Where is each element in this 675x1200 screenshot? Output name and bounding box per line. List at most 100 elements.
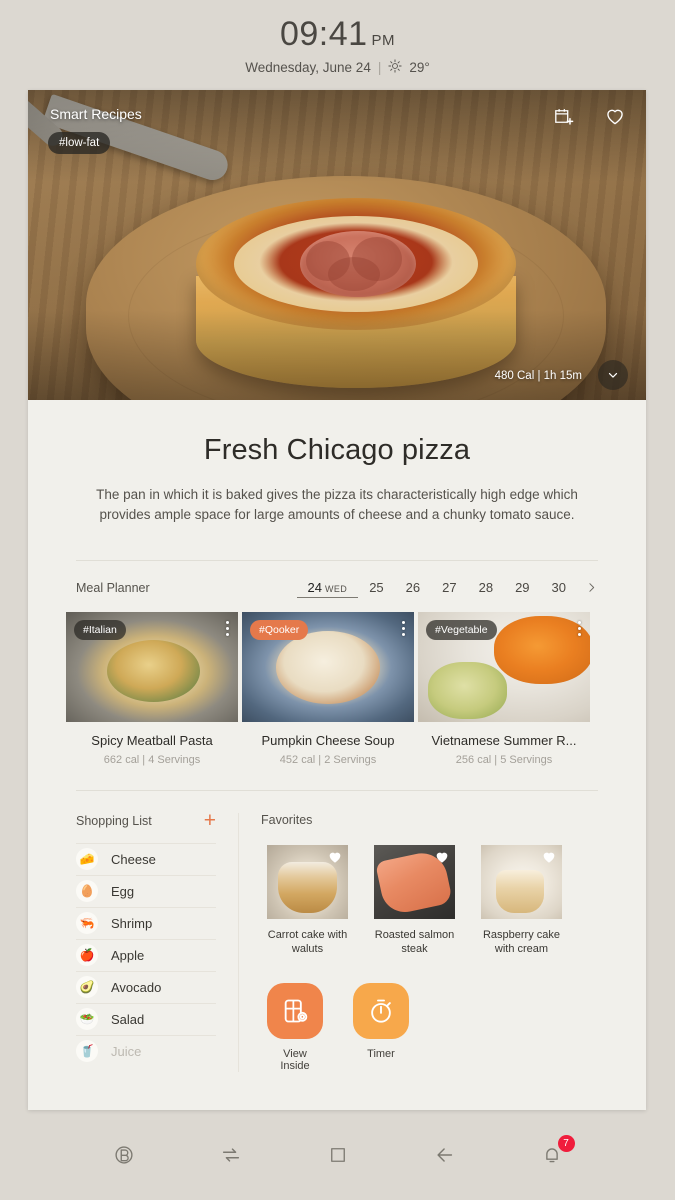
meal-card-title: Vietnamese Summer R... [431, 732, 577, 748]
clock-date: Wednesday, June 24 [245, 59, 371, 75]
meal-card[interactable]: #Qooker Pumpkin Cheese Soup 452 cal | 2 … [242, 611, 414, 766]
app-title: Smart Recipes [50, 106, 142, 122]
clock-temperature: 29° [409, 59, 430, 75]
meal-card-image[interactable]: #Italian [66, 611, 238, 722]
date-chip-dow: WED [324, 583, 348, 594]
meal-card-tag[interactable]: #Italian [74, 619, 126, 640]
more-options-icon[interactable] [578, 620, 581, 636]
system-navigation-bar: 7 [0, 1110, 675, 1200]
calendar-plus-icon[interactable] [553, 106, 574, 127]
date-chip-27[interactable]: 27 [431, 578, 467, 597]
list-item-label: Avocado [111, 979, 162, 995]
hero-banner[interactable]: Smart Recipes #low-fat 480 Cal | 1h 15m [28, 90, 646, 400]
meal-card-info: 452 cal | 2 Servings [279, 753, 377, 766]
favorites-title: Favorites [261, 812, 313, 827]
transfer-icon[interactable] [214, 1138, 248, 1172]
favorite-card-image[interactable] [267, 844, 348, 919]
meal-card-info: 256 cal | 5 Servings [455, 753, 553, 766]
hero-tag-badge[interactable]: #low-fat [48, 132, 111, 154]
list-item[interactable]: 🥗 Salad [76, 1002, 216, 1035]
cheese-icon: 🧀 [76, 848, 98, 870]
meal-planner-label: Meal Planner [76, 580, 150, 595]
list-item[interactable]: 🥤 Juice [76, 1034, 216, 1067]
apple-icon: 🍎 [76, 944, 98, 966]
meal-card-tag[interactable]: #Qooker [250, 619, 309, 640]
favorite-card-title: Roasted salmon steak [374, 928, 455, 956]
clock-ampm: PM [371, 31, 396, 49]
favorite-card-image[interactable] [374, 844, 455, 919]
heart-filled-icon[interactable] [327, 849, 343, 870]
bottom-sections: Shopping List + 🧀 Cheese 🥚 Egg 🦐 Shrimp … [28, 791, 646, 1073]
meal-planner-header: Meal Planner 24 WED 25 26 27 28 29 30 [28, 561, 646, 598]
favorite-card[interactable]: Roasted salmon steak [374, 844, 455, 958]
shopping-list-title: Shopping List [76, 813, 152, 828]
meal-card-image[interactable]: #Qooker [242, 611, 414, 722]
shrimp-icon: 🦐 [76, 912, 98, 934]
date-chip-25[interactable]: 25 [358, 578, 394, 597]
meal-card-list: #Italian Spicy Meatball Pasta 662 cal | … [28, 598, 646, 766]
list-item[interactable]: 🥑 Avocado [76, 970, 216, 1003]
notifications-icon[interactable]: 7 [535, 1135, 575, 1172]
favorite-card-image[interactable] [481, 844, 562, 919]
quick-actions: View Inside Timer [261, 957, 622, 1072]
list-item[interactable]: 🍎 Apple [76, 938, 216, 971]
favorites-list: Carrot cake with waluts Roasted salmon s… [261, 844, 622, 958]
list-item[interactable]: 🥚 Egg [76, 874, 216, 907]
recents-icon[interactable] [321, 1138, 355, 1172]
chevron-right-icon[interactable] [577, 581, 598, 594]
salad-icon: 🥗 [76, 1008, 98, 1030]
bixby-icon[interactable] [107, 1138, 141, 1172]
meal-card[interactable]: #Vegetable Vietnamese Summer R... 256 ca… [418, 611, 590, 766]
stopwatch-icon[interactable] [353, 983, 409, 1040]
timer-label: Timer [367, 1048, 395, 1061]
list-item-label: Shrimp [111, 915, 153, 931]
list-item-label: Apple [111, 947, 145, 963]
meal-card[interactable]: #Italian Spicy Meatball Pasta 662 cal | … [66, 611, 238, 766]
meal-card-info: 662 cal | 4 Servings [103, 753, 201, 766]
recipe-description: The pan in which it is baked gives the p… [96, 487, 578, 523]
view-inside-label: View Inside [280, 1048, 310, 1073]
date-chip-30[interactable]: 30 [541, 578, 577, 597]
more-options-icon[interactable] [402, 620, 405, 636]
hero-recipe-photo [28, 90, 646, 400]
heart-filled-icon[interactable] [434, 849, 450, 870]
heart-filled-icon[interactable] [541, 849, 557, 870]
meal-card-image[interactable]: #Vegetable [418, 611, 590, 722]
date-chip-day: 24 [307, 579, 322, 595]
meal-planner-date-picker[interactable]: 24 WED 25 26 27 28 29 30 [296, 578, 598, 598]
page-title: Fresh Chicago pizza [203, 434, 471, 466]
egg-icon: 🥚 [76, 880, 98, 902]
back-icon[interactable] [428, 1138, 462, 1172]
list-item-label: Cheese [111, 851, 156, 867]
more-options-icon[interactable] [226, 620, 229, 636]
hero-action-icons [553, 105, 626, 127]
date-chip-28[interactable]: 28 [468, 578, 504, 597]
clock-separator: | [377, 59, 382, 75]
view-inside-action[interactable]: View Inside [267, 983, 323, 1072]
list-item-label: Salad [111, 1011, 145, 1027]
date-chip-26[interactable]: 26 [395, 578, 431, 597]
favorite-card[interactable]: Raspberry cake with cream [481, 844, 562, 958]
list-item-label: Juice [111, 1043, 142, 1059]
clock-hours-minutes: 09:41 [279, 14, 368, 53]
shopping-list-header: Shopping List + [76, 810, 216, 843]
status-clock: 09:41 PM Wednesday, June 24 | 29° [0, 0, 675, 90]
date-chip-selected[interactable]: 24 WED [296, 578, 359, 598]
heart-outline-icon[interactable] [604, 105, 626, 127]
timer-action[interactable]: Timer [353, 983, 409, 1072]
plus-icon[interactable]: + [204, 810, 216, 831]
list-item[interactable]: 🧀 Cheese [76, 842, 216, 875]
meal-card-title: Spicy Meatball Pasta [91, 732, 213, 748]
date-chip-29[interactable]: 29 [504, 578, 540, 597]
fridge-camera-icon[interactable] [267, 983, 323, 1040]
recipe-meta-info: 480 Cal | 1h 15m [494, 370, 582, 382]
list-item[interactable]: 🦐 Shrimp [76, 906, 216, 939]
chevron-down-icon[interactable] [598, 360, 628, 390]
sun-icon [388, 58, 402, 76]
meal-card-tag[interactable]: #Vegetable [426, 619, 497, 640]
favorite-card-title: Raspberry cake with cream [482, 928, 561, 956]
meal-card-title: Pumpkin Cheese Soup [261, 732, 395, 748]
favorite-card-title: Carrot cake with waluts [267, 928, 348, 956]
favorite-card[interactable]: Carrot cake with waluts [267, 844, 348, 958]
list-item-label: Egg [111, 883, 135, 899]
